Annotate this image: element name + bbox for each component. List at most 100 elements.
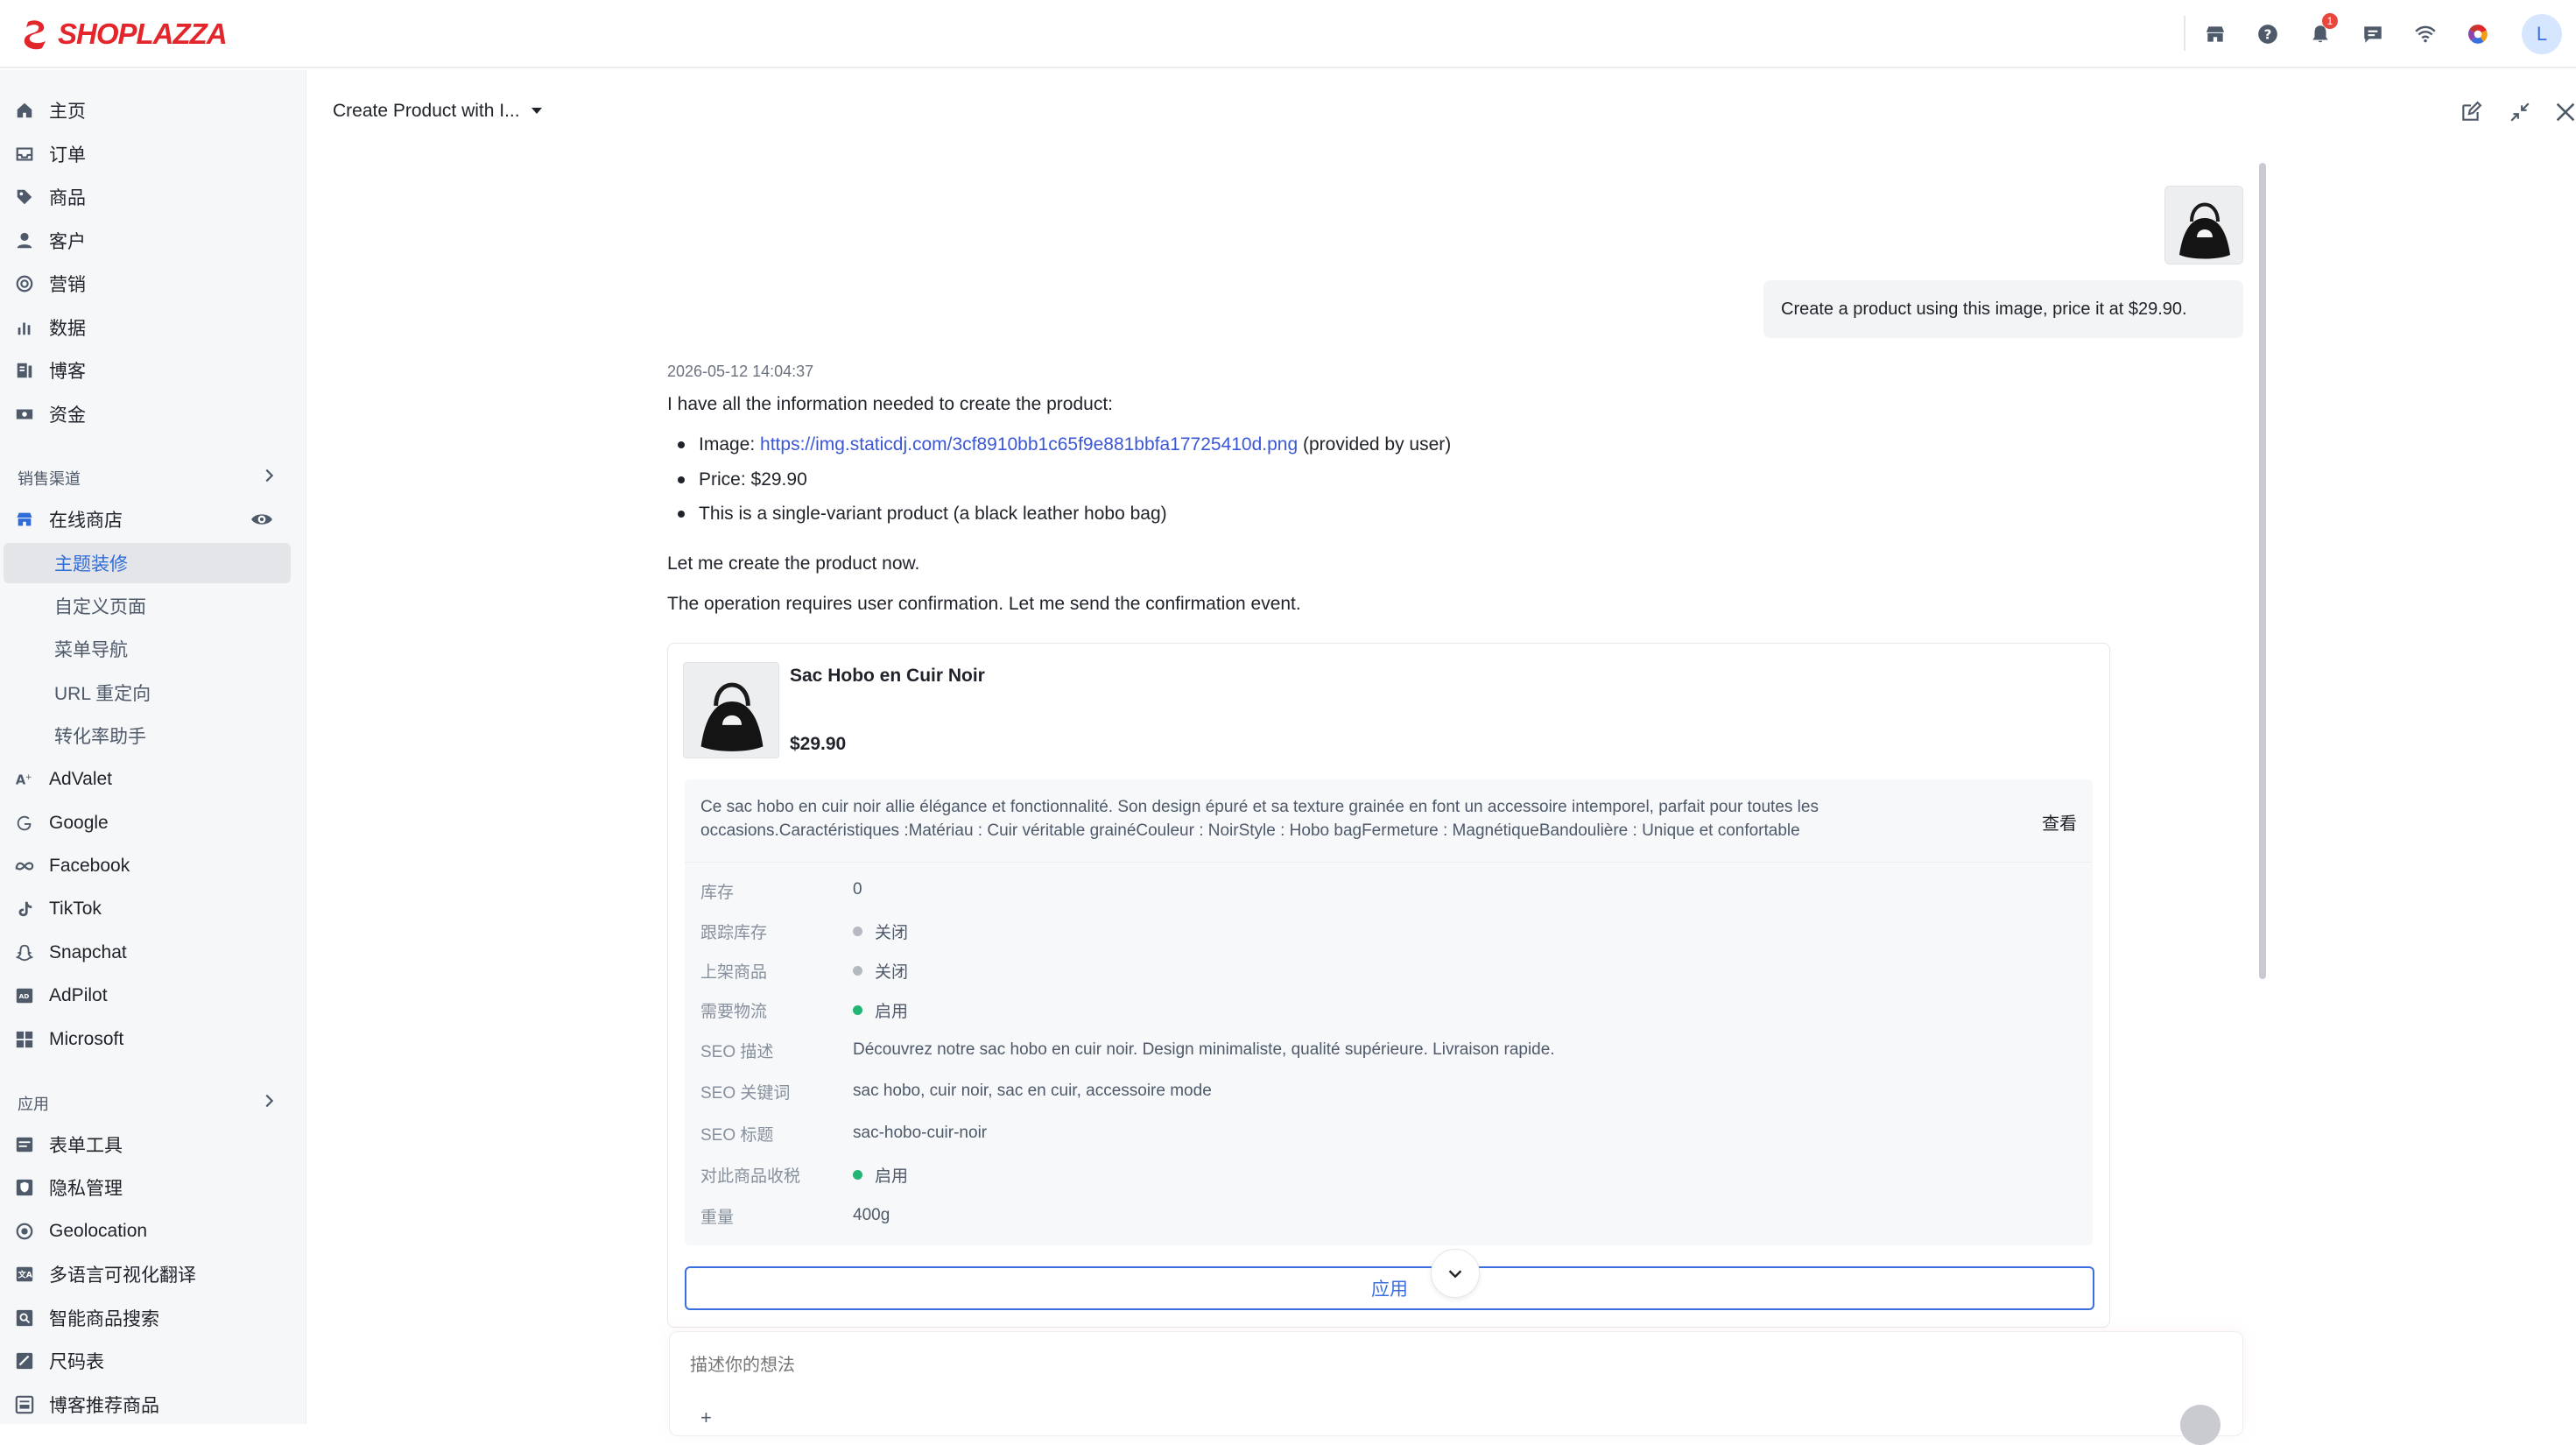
apps-heading: 应用 — [18, 1096, 49, 1113]
sidebar-item-adpilot[interactable]: AD AdPilot — [0, 976, 306, 1016]
prompt-input-box — [669, 1331, 2243, 1436]
expand-card-button[interactable] — [1431, 1249, 1480, 1298]
field-label: 对此商品收税 — [700, 1167, 801, 1186]
bell-icon[interactable]: 1 — [2303, 13, 2338, 52]
sidebar-item-label: 主题装修 — [54, 554, 128, 574]
avatar[interactable]: L — [2522, 14, 2562, 54]
product-image — [683, 662, 779, 758]
sidebar-item-analytics[interactable]: 数据 — [0, 307, 306, 348]
adpilot-icon: AD — [14, 985, 35, 1006]
handbag-image — [684, 663, 778, 758]
user-image-attachment[interactable] — [2164, 186, 2243, 264]
conversation-title-dropdown[interactable]: Create Product with I... — [333, 101, 543, 122]
sidebar-item-privacy[interactable]: 隐私管理 — [0, 1167, 306, 1208]
bullet-dot — [678, 441, 685, 448]
message-timestamp: 2026-05-12 14:04:37 — [667, 363, 814, 380]
chevron-right-icon[interactable] — [259, 1091, 280, 1112]
image-url-link[interactable]: https://img.staticdj.com/3cf8910bb1c65f9… — [760, 434, 1298, 455]
sidebar-item-custom-pages[interactable]: 自定义页面 — [0, 586, 306, 626]
store-icon[interactable] — [2198, 17, 2233, 52]
sidebar-item-home[interactable]: 主页 — [0, 90, 306, 130]
help-icon[interactable]: ? — [2250, 17, 2285, 52]
online-store-icon — [14, 509, 35, 530]
sidebar-item-label: 商品 — [49, 188, 86, 208]
meta-icon — [14, 856, 35, 877]
sidebar-item-blog[interactable]: 博客 — [0, 350, 306, 391]
sales-channels-heading: 销售渠道 — [18, 470, 81, 488]
translate-icon: 文A — [14, 1264, 35, 1285]
sidebar-item-label: Google — [49, 813, 109, 833]
sidebar-item-advalet[interactable]: A + AdValet — [0, 759, 306, 800]
sidebar-item-online-store[interactable]: 在线商店 — [0, 499, 306, 539]
sidebar-item-products[interactable]: 商品 — [0, 177, 306, 217]
sidebar-item-customers[interactable]: 客户 — [0, 221, 306, 261]
sidebar-item-url-redirect[interactable]: URL 重定向 — [0, 673, 306, 713]
wifi-icon[interactable] — [2408, 17, 2443, 52]
status-dot-off — [853, 927, 862, 936]
field-value-track-inventory: 关闭 — [853, 920, 908, 943]
shoplazza-logo-icon — [24, 20, 46, 50]
sidebar-item-conversion[interactable]: 转化率助手 — [0, 715, 306, 756]
view-description-button[interactable]: 查看 — [2042, 809, 2077, 835]
field-label: 库存 — [700, 884, 735, 902]
advalet-icon: A + — [14, 769, 35, 790]
sidebar-item-smart-search[interactable]: 智能商品搜索 — [0, 1298, 306, 1338]
sidebar-item-marketing[interactable]: 营销 — [0, 264, 306, 304]
sidebar-item-finance[interactable]: 资金 — [0, 394, 306, 434]
sidebar-item-size-chart[interactable]: 尺码表 — [0, 1341, 306, 1381]
eye-icon[interactable] — [250, 508, 273, 535]
send-button[interactable] — [2180, 1405, 2221, 1445]
sidebar-item-menu-nav[interactable]: 菜单导航 — [0, 629, 306, 669]
apply-button[interactable]: 应用 — [685, 1266, 2094, 1310]
prompt-input[interactable] — [690, 1356, 1916, 1376]
chevron-right-icon[interactable] — [259, 466, 280, 487]
field-value-text: sac-hobo-cuir-noir — [853, 1124, 988, 1142]
sidebar-item-label: 自定义页面 — [54, 597, 146, 617]
size-chart-icon — [14, 1350, 35, 1371]
svg-text:文A: 文A — [18, 1270, 33, 1280]
handbag-image — [2165, 187, 2242, 264]
field-label: SEO 标题 — [700, 1126, 774, 1145]
blog-icon — [14, 360, 35, 381]
field-label: SEO 描述 — [700, 1043, 774, 1061]
sidebar-item-theme[interactable]: 主题装修 — [4, 543, 291, 583]
sidebar-item-facebook[interactable]: Facebook — [0, 846, 306, 886]
sidebar-item-translate[interactable]: 文A 多语言可视化翻译 — [0, 1254, 306, 1294]
bar-chart-icon — [14, 317, 35, 338]
color-wheel-icon[interactable] — [2460, 17, 2495, 52]
sidebar-item-geolocation[interactable]: Geolocation — [0, 1211, 306, 1251]
add-attachment-button[interactable]: + — [700, 1406, 712, 1429]
microsoft-icon — [14, 1029, 35, 1050]
sidebar-item-blog-products[interactable]: 博客推荐商品 — [0, 1385, 306, 1425]
divider — [685, 862, 2093, 863]
sidebar-item-form-tool[interactable]: 表单工具 — [0, 1124, 306, 1165]
notification-badge: 1 — [2322, 13, 2338, 29]
sidebar-item-label: 客户 — [49, 232, 86, 252]
scrollbar[interactable] — [2259, 163, 2266, 979]
product-description: Ce sac hobo en cuir noir allie élégance … — [700, 798, 1819, 840]
sidebar-item-google[interactable]: Google — [0, 803, 306, 843]
sidebar-item-snapchat[interactable]: Snapchat — [0, 933, 306, 973]
bullet-price: Price: $29.90 — [699, 469, 807, 490]
sidebar-item-tiktok[interactable]: TikTok — [0, 889, 306, 929]
sidebar-item-microsoft[interactable]: Microsoft — [0, 1019, 306, 1060]
status-dot-on — [853, 1005, 862, 1015]
tiktok-icon — [14, 899, 35, 920]
field-value-weight: 400g — [853, 1206, 890, 1225]
top-bar: SHOPLAZZA ? 1 L — [0, 0, 2576, 68]
sidebar-item-label: 营销 — [49, 275, 86, 295]
chat-icon[interactable] — [2355, 17, 2390, 52]
sidebar-item-label: Microsoft — [49, 1029, 124, 1049]
sidebar-item-label: 多语言可视化翻译 — [49, 1265, 196, 1286]
sidebar-item-orders[interactable]: 订单 — [0, 134, 306, 174]
sidebar-item-label: AdPilot — [49, 985, 108, 1005]
close-icon[interactable] — [2551, 98, 2576, 126]
svg-text:AD: AD — [19, 992, 30, 1000]
field-value-seo-description: Découvrez notre sac hobo en cuir noir. D… — [853, 1040, 1555, 1060]
field-value-published: 关闭 — [853, 959, 908, 983]
sidebar-item-label: 智能商品搜索 — [49, 1309, 159, 1329]
edit-icon[interactable] — [2457, 98, 2485, 126]
shoplazza-logo[interactable]: SHOPLAZZA — [21, 16, 228, 53]
collapse-icon[interactable] — [2506, 98, 2534, 126]
inbox-icon — [14, 144, 35, 165]
